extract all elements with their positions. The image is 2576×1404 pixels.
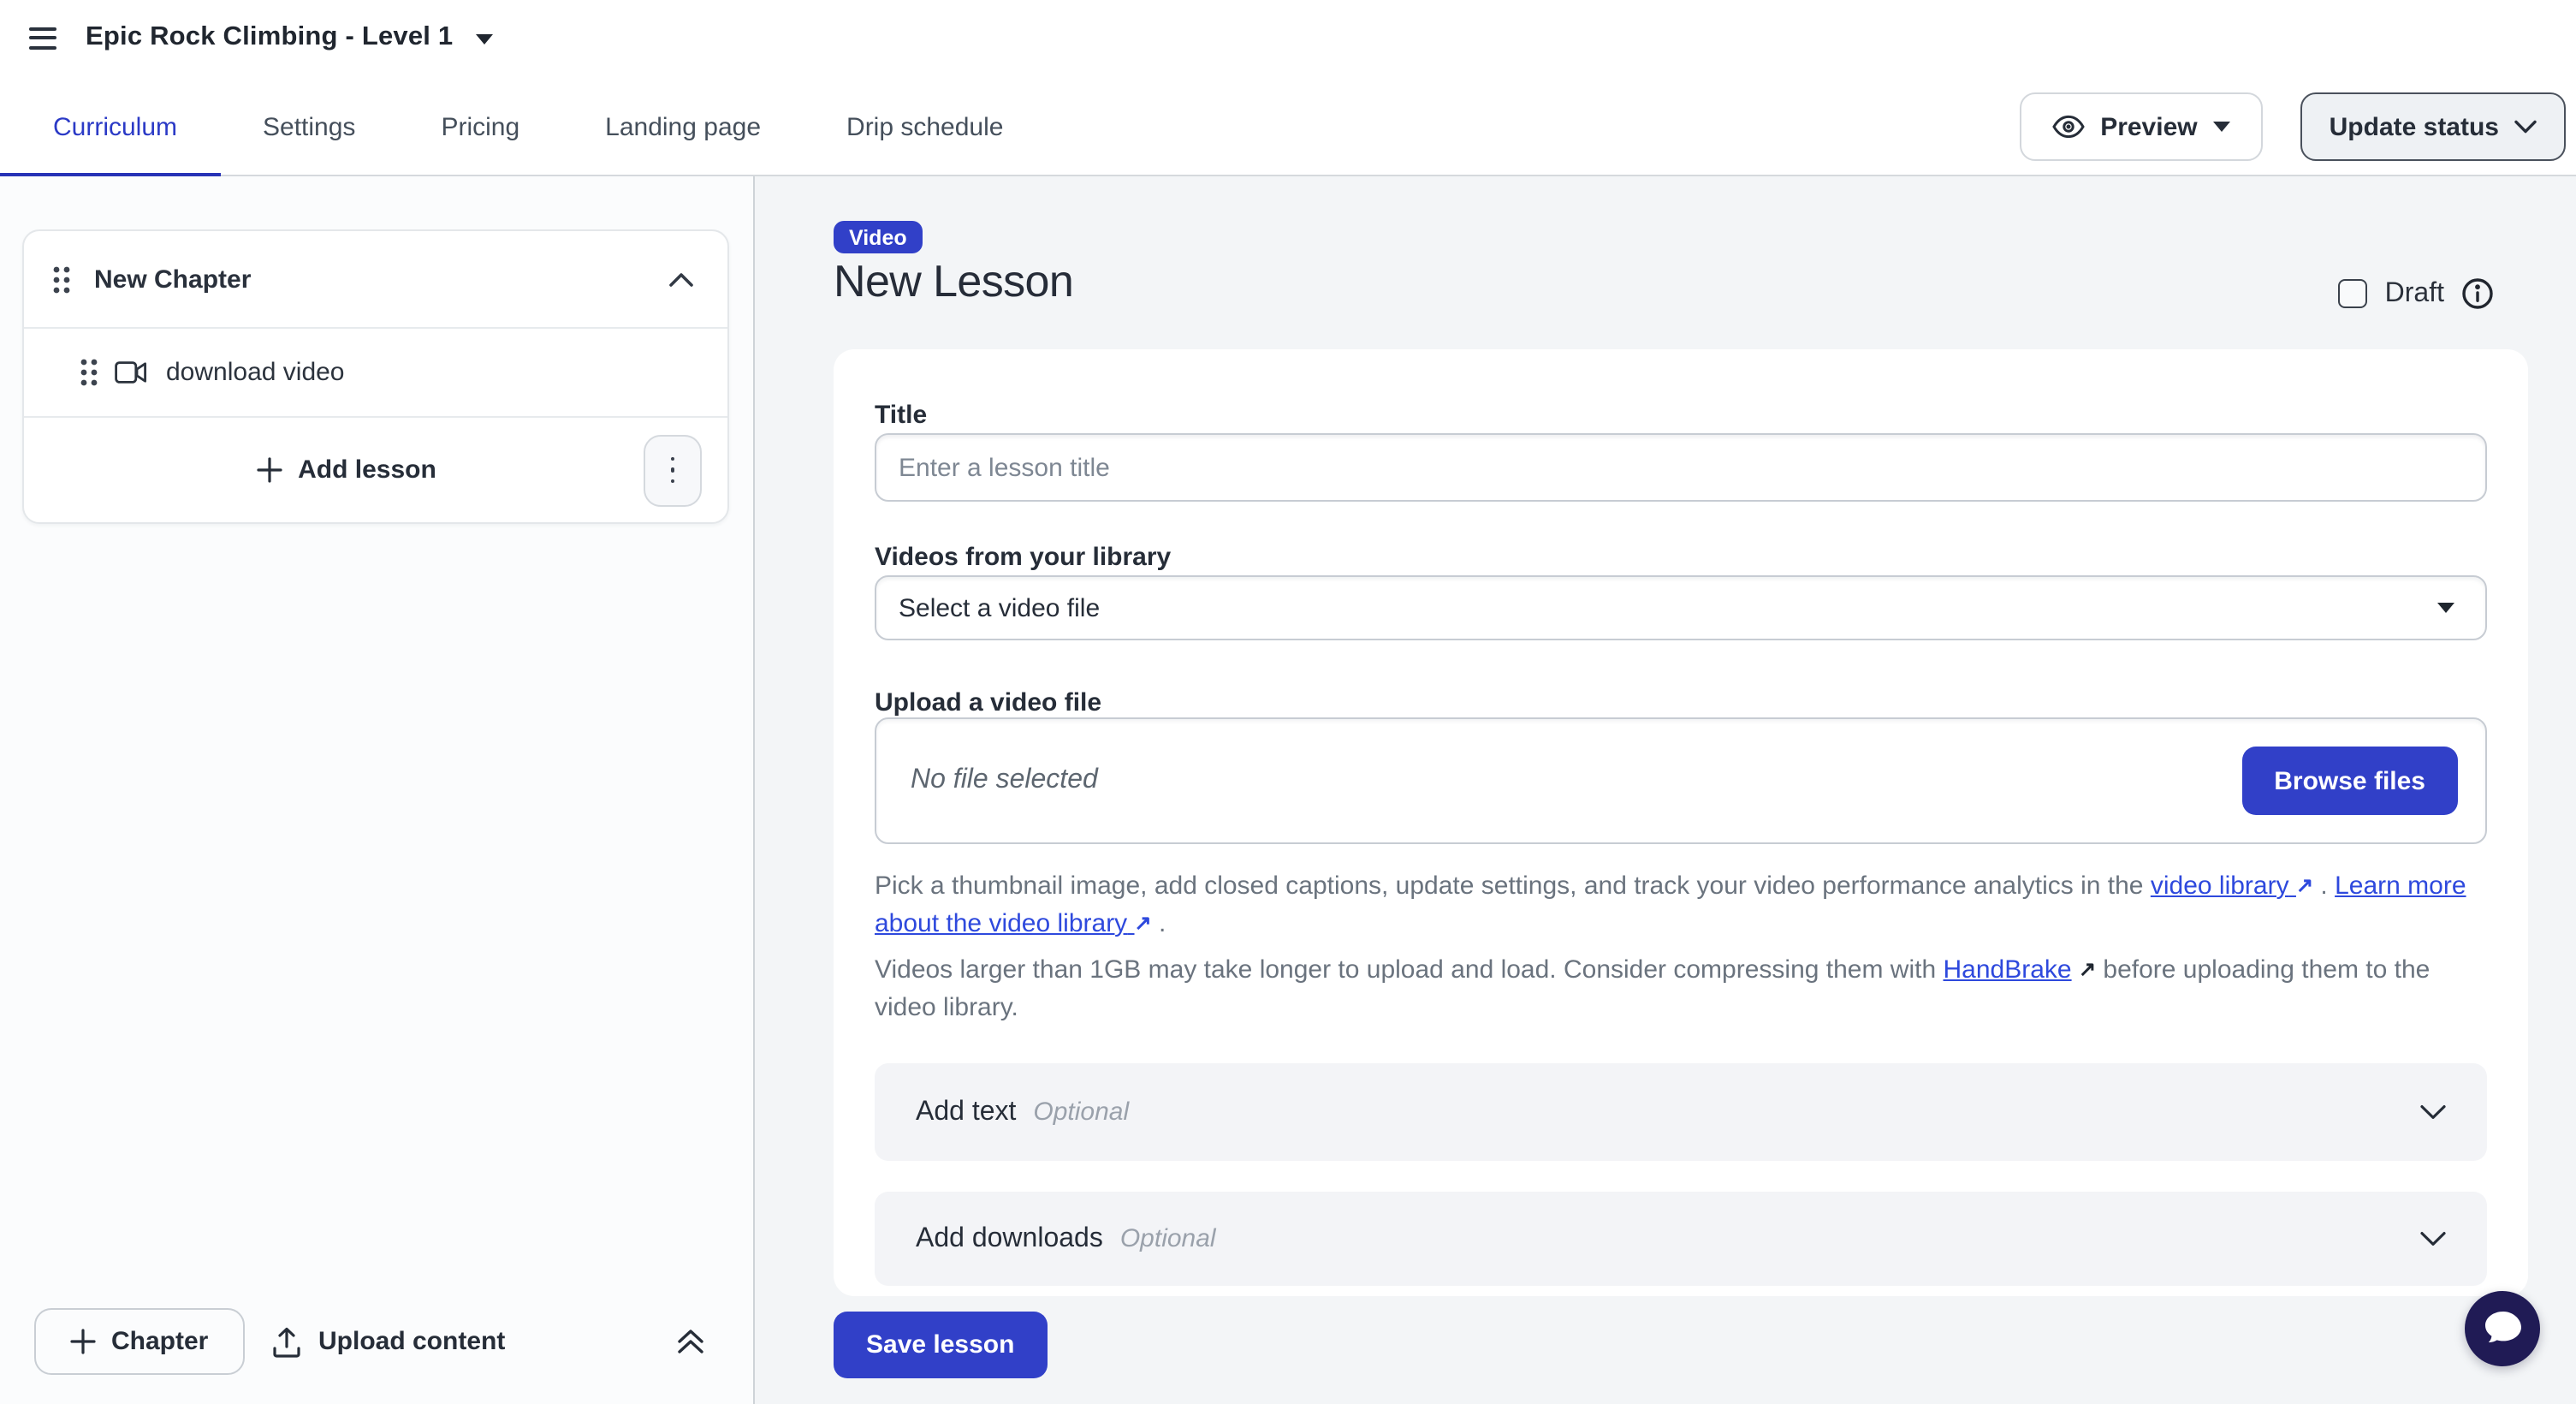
lesson-title-input[interactable]: [875, 433, 2487, 502]
external-link-icon: ↗: [1135, 904, 1152, 942]
add-chapter-button[interactable]: Chapter: [34, 1308, 244, 1375]
top-header: Epic Rock Climbing - Level 1: [0, 0, 2576, 79]
update-status-button[interactable]: Update status: [2300, 92, 2566, 161]
help-text: .: [1152, 909, 1166, 938]
optional-label: Optional: [1033, 1098, 2420, 1127]
add-text-section[interactable]: Add text Optional: [875, 1063, 2487, 1161]
course-title[interactable]: Epic Rock Climbing - Level 1: [86, 22, 453, 53]
external-link-icon: ↗: [2296, 866, 2313, 904]
handbrake-help-text: Videos larger than 1GB may take longer t…: [875, 952, 2490, 1027]
help-text: .: [2313, 872, 2335, 901]
chat-widget-button[interactable]: [2465, 1291, 2540, 1366]
chapter-menu-button[interactable]: [644, 434, 702, 506]
add-downloads-label: Add downloads: [916, 1223, 1103, 1254]
update-status-label: Update status: [2330, 112, 2499, 141]
add-downloads-section[interactable]: Add downloads Optional: [875, 1192, 2487, 1286]
browse-files-button[interactable]: Browse files: [2241, 747, 2458, 815]
drag-handle-icon[interactable]: [80, 358, 98, 387]
lesson-title: download video: [166, 358, 345, 387]
plus-icon: [70, 1329, 96, 1354]
preview-button-label: Preview: [2100, 112, 2197, 141]
video-library-select[interactable]: Select a video file: [875, 575, 2487, 640]
draft-checkbox[interactable]: [2339, 279, 2368, 308]
file-upload-dropzone[interactable]: No file selected Browse files: [875, 717, 2487, 844]
no-file-text: No file selected: [911, 765, 2241, 796]
add-lesson-label: Add lesson: [298, 455, 436, 485]
upload-field-label: Upload a video file: [875, 688, 1101, 717]
external-link-icon: ↗: [2079, 950, 2096, 988]
save-lesson-button[interactable]: Save lesson: [834, 1312, 1047, 1378]
select-caret-icon: [2437, 603, 2454, 613]
title-field-label: Title: [875, 401, 927, 430]
chapter-title: New Chapter: [94, 265, 669, 294]
lesson-editor-panel: Video New Lesson Draft Title Videos from…: [757, 176, 2576, 1404]
eye-icon: [2052, 115, 2085, 139]
tab-settings[interactable]: Settings: [220, 79, 398, 176]
curriculum-sidebar: New Chapter download video Add les: [0, 176, 755, 1404]
info-icon[interactable]: [2461, 277, 2494, 310]
course-title-caret-icon[interactable]: [476, 34, 493, 45]
help-text: Videos larger than 1GB may take longer t…: [875, 955, 1944, 985]
add-chapter-label: Chapter: [111, 1327, 208, 1356]
double-chevron-up-icon: [676, 1327, 705, 1356]
tab-pricing[interactable]: Pricing: [398, 79, 562, 176]
hamburger-menu-icon[interactable]: [29, 27, 56, 50]
drag-handle-icon[interactable]: [53, 265, 70, 294]
lesson-heading: New Lesson: [834, 255, 1073, 308]
draft-group: Draft: [2339, 277, 2494, 310]
optional-label: Optional: [1120, 1224, 2420, 1253]
draft-label: Draft: [2385, 278, 2444, 309]
lesson-row[interactable]: download video: [24, 327, 727, 416]
plus-icon: [257, 457, 282, 483]
chevron-down-icon: [2514, 120, 2537, 134]
upload-icon: [272, 1326, 301, 1357]
tab-landing-page[interactable]: Landing page: [562, 79, 804, 176]
add-lesson-row: Add lesson: [24, 416, 727, 522]
help-text: Pick a thumbnail image, add closed capti…: [875, 872, 2151, 901]
collapse-all-button[interactable]: [676, 1327, 705, 1356]
link-label: video library: [2151, 872, 2289, 901]
chevron-down-icon: [2420, 1104, 2446, 1120]
upload-content-label: Upload content: [318, 1327, 505, 1356]
tab-bar: Curriculum Settings Pricing Landing page…: [0, 79, 2576, 176]
sidebar-footer: Chapter Upload content: [0, 1308, 753, 1377]
video-library-link[interactable]: video library ↗: [2151, 872, 2313, 901]
tab-drip-schedule[interactable]: Drip schedule: [804, 79, 1046, 176]
library-field-label: Videos from your library: [875, 543, 1171, 572]
video-camera-icon: [115, 361, 147, 384]
kebab-icon: [670, 456, 674, 484]
video-library-select-value: Select a video file: [899, 593, 2437, 622]
lesson-type-badge: Video: [834, 221, 923, 253]
video-library-help-text: Pick a thumbnail image, add closed capti…: [875, 868, 2490, 943]
tab-curriculum[interactable]: Curriculum: [0, 79, 220, 176]
link-label: HandBrake: [1944, 955, 2072, 985]
add-text-label: Add text: [916, 1097, 1016, 1127]
preview-button[interactable]: Preview: [2020, 92, 2262, 161]
chapter-header[interactable]: New Chapter: [24, 231, 727, 327]
upload-content-button[interactable]: Upload content: [272, 1308, 505, 1375]
handbrake-link[interactable]: HandBrake: [1944, 955, 2072, 985]
add-lesson-button[interactable]: Add lesson: [50, 455, 644, 485]
chevron-up-icon[interactable]: [669, 271, 693, 287]
course-editor-page: Epic Rock Climbing - Level 1 Curriculum …: [0, 0, 2576, 1404]
caret-down-icon: [2213, 122, 2230, 132]
chapter-card: New Chapter download video Add les: [22, 229, 729, 524]
chat-bubble-icon: [2480, 1308, 2525, 1349]
chevron-down-icon: [2420, 1231, 2446, 1246]
lesson-form-card: Title Videos from your library Select a …: [834, 349, 2528, 1296]
